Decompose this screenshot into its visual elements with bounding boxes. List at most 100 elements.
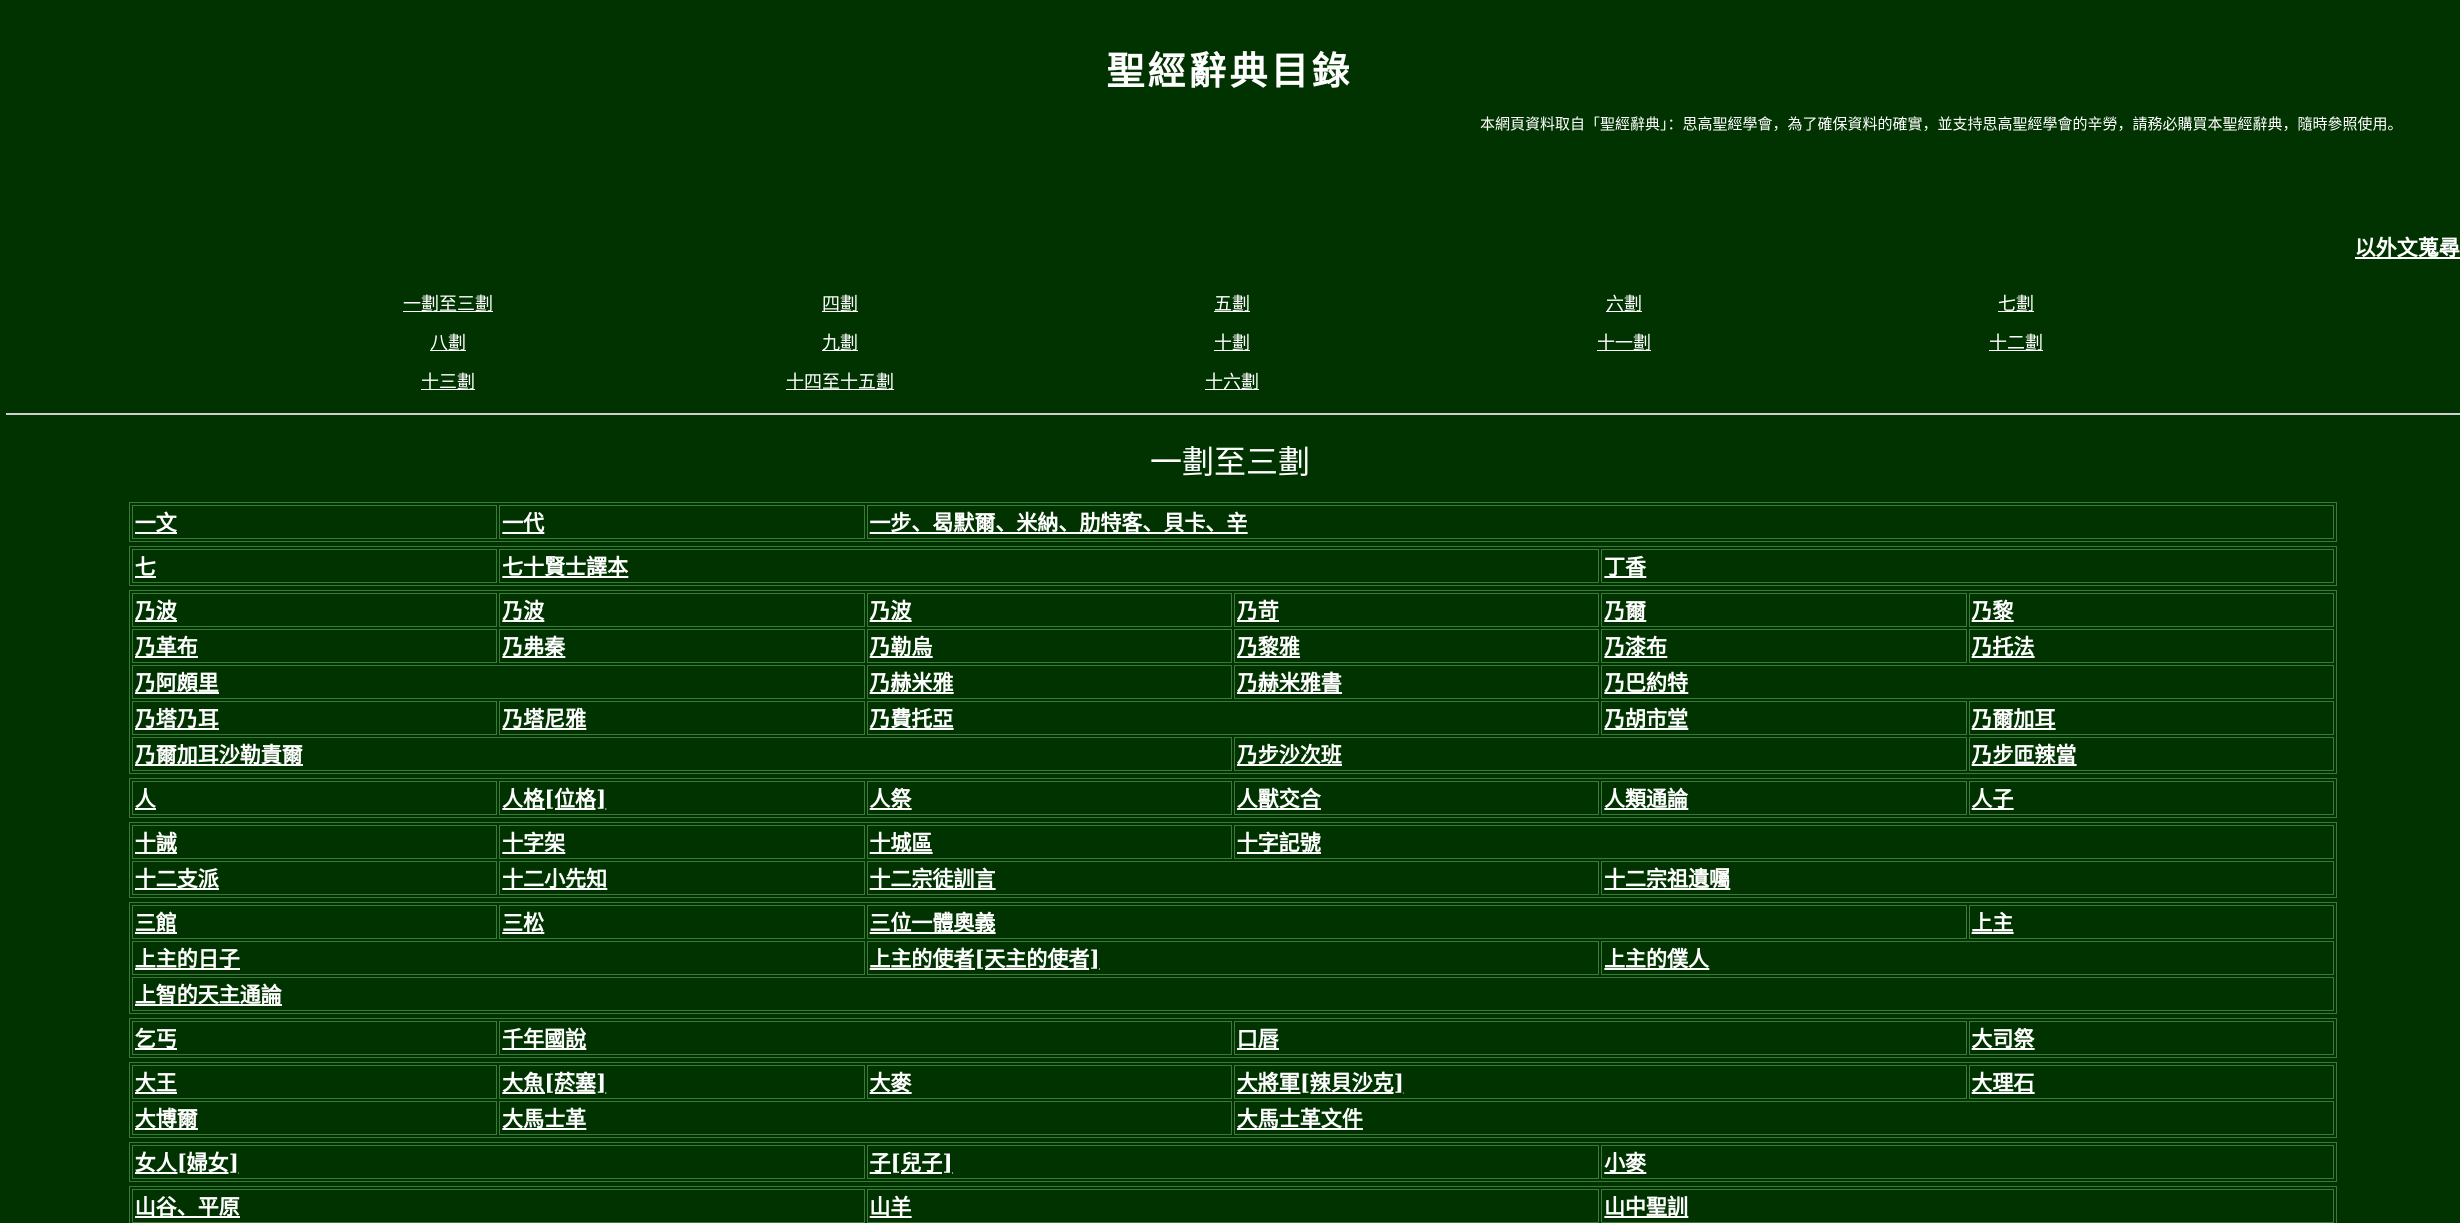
entry-link[interactable]: 乃波 (135, 598, 177, 623)
entry-link[interactable]: 大司祭 (1972, 1026, 2035, 1051)
entry-link[interactable]: 乃革布 (135, 634, 198, 659)
entry-link[interactable]: 乃步匝辣當 (1972, 742, 2077, 767)
stroke-link-10[interactable]: 十劃 (1036, 329, 1428, 355)
stroke-link-5[interactable]: 五劃 (1036, 290, 1428, 316)
entry-cell: 乃塔尼雅 (499, 701, 865, 735)
entry-cell: 山羊 (866, 1189, 1600, 1223)
entry-link[interactable]: 山谷、平原 (135, 1194, 240, 1219)
entry-link[interactable]: 乃費托亞 (870, 706, 954, 731)
entry-link[interactable]: 乃爾加耳沙勒責爾 (135, 742, 303, 767)
entry-link[interactable]: 乃塔尼雅 (502, 706, 586, 731)
entry-link[interactable]: 丁香 (1604, 554, 1646, 579)
entry-link[interactable]: 乃赫米雅書 (1237, 670, 1342, 695)
entry-link[interactable]: 乃黎雅 (1237, 634, 1300, 659)
entry-link[interactable]: 山中聖訓 (1604, 1194, 1688, 1219)
entry-cell: 乃步沙次班 (1233, 737, 1967, 771)
entry-link[interactable]: 小麥 (1604, 1150, 1646, 1175)
entry-cell: 大將軍[辣貝沙克] (1233, 1065, 1967, 1099)
entry-link[interactable]: 大馬士革文件 (1237, 1106, 1363, 1131)
entry-link[interactable]: 大麥 (870, 1070, 912, 1095)
entry-link[interactable]: 上主的日子 (135, 946, 240, 971)
entry-link[interactable]: 十二支派 (135, 866, 219, 891)
entry-link[interactable]: 口唇 (1237, 1026, 1279, 1051)
entry-link[interactable]: 乃黎 (1972, 598, 2014, 623)
entry-link[interactable]: 七 (135, 554, 156, 579)
entry-link[interactable]: 七十賢士譯本 (502, 554, 628, 579)
stroke-link-6[interactable]: 六劃 (1428, 290, 1820, 316)
stroke-link-16[interactable]: 十六劃 (1036, 368, 1428, 394)
entry-link[interactable]: 乃爾加耳 (1972, 706, 2056, 731)
entry-link[interactable]: 乞丐 (135, 1026, 177, 1051)
entry-link[interactable]: 十二宗祖遺囑 (1604, 866, 1730, 891)
entry-cell: 十二宗徒訓言 (866, 861, 1600, 895)
entry-cell: 十二宗祖遺囑 (1601, 861, 2334, 895)
entry-link[interactable]: 乃勒烏 (870, 634, 933, 659)
entry-link[interactable]: 上智的天主通論 (135, 982, 282, 1007)
entry-link[interactable]: 十字記號 (1237, 830, 1321, 855)
entry-link[interactable]: 三館 (135, 910, 177, 935)
entry-link[interactable]: 大理石 (1972, 1070, 2035, 1095)
entry-link[interactable]: 三位一體奧義 (870, 910, 996, 935)
entry-link[interactable]: 三松 (502, 910, 544, 935)
entry-link[interactable]: 大王 (135, 1070, 177, 1095)
entry-link[interactable]: 十二宗徒訓言 (870, 866, 996, 891)
stroke-link-8[interactable]: 八劃 (252, 329, 644, 355)
entry-group-table: 乞丐 千年國說 口唇 大司祭 (129, 1018, 2337, 1058)
entry-link[interactable]: 乃阿頗里 (135, 670, 219, 695)
entry-link[interactable]: 人格[位格] (502, 786, 606, 811)
entry-link[interactable]: 人祭 (870, 786, 912, 811)
entry-link[interactable]: 十城區 (870, 830, 933, 855)
entry-link[interactable]: 乃赫米雅 (870, 670, 954, 695)
entry-link[interactable]: 大將軍[辣貝沙克] (1237, 1070, 1404, 1095)
entry-cell: 上主的使者[天主的使者] (866, 941, 1600, 975)
entry-link[interactable]: 乃波 (502, 598, 544, 623)
table-row: 乃波 乃波 乃波 乃苛 乃爾 乃黎 (132, 593, 2334, 627)
entry-cell: 乃革布 (132, 629, 498, 663)
entry-link[interactable]: 人獸交合 (1237, 786, 1321, 811)
stroke-link-12[interactable]: 十二劃 (1820, 329, 2212, 355)
entry-cell: 大馬士革文件 (1233, 1101, 2334, 1135)
stroke-link-14-15[interactable]: 十四至十五劃 (644, 368, 1036, 394)
entry-link[interactable]: 上主 (1972, 910, 2014, 935)
entry-link[interactable]: 乃塔乃耳 (135, 706, 219, 731)
entry-cell: 一步、曷默爾、米納、肋特客、貝卡、辛 (866, 505, 2334, 539)
entry-link[interactable]: 大博爾 (135, 1106, 198, 1131)
entry-link[interactable]: 乃托法 (1972, 634, 2035, 659)
entry-link[interactable]: 上主的僕人 (1604, 946, 1709, 971)
entry-link[interactable]: 乃漆布 (1604, 634, 1667, 659)
entry-link[interactable]: 乃步沙次班 (1237, 742, 1342, 767)
entry-link[interactable]: 上主的使者[天主的使者] (870, 946, 1100, 971)
entry-link[interactable]: 大魚[菸塞] (502, 1070, 606, 1095)
entry-link[interactable]: 十字架 (502, 830, 565, 855)
entry-link[interactable]: 乃弗秦 (502, 634, 565, 659)
stroke-link-4[interactable]: 四劃 (644, 290, 1036, 316)
entry-link[interactable]: 乃苛 (1237, 598, 1279, 623)
entry-group-table: 大王 大魚[菸塞] 大麥 大將軍[辣貝沙克] 大理石大博爾 大馬士革 大馬士革文件 (129, 1062, 2337, 1138)
entry-link[interactable]: 子[兒子] (870, 1150, 953, 1175)
entry-link[interactable]: 一文 (135, 510, 177, 535)
entry-cell: 大博爾 (132, 1101, 498, 1135)
stroke-link-13[interactable]: 十三劃 (252, 368, 644, 394)
entry-link[interactable]: 大馬士革 (502, 1106, 586, 1131)
entry-link[interactable]: 千年國說 (502, 1026, 586, 1051)
entry-link[interactable]: 十誡 (135, 830, 177, 855)
entry-link[interactable]: 乃波 (870, 598, 912, 623)
entry-link[interactable]: 人子 (1972, 786, 2014, 811)
entry-link[interactable]: 乃胡市堂 (1604, 706, 1688, 731)
entry-link[interactable]: 山羊 (870, 1194, 912, 1219)
stroke-link-11[interactable]: 十一劃 (1428, 329, 1820, 355)
entry-link[interactable]: 乃爾 (1604, 598, 1646, 623)
entry-link[interactable]: 女人[婦女] (135, 1150, 239, 1175)
stroke-link-1-3[interactable]: 一劃至三劃 (252, 290, 644, 316)
stroke-link-9[interactable]: 九劃 (644, 329, 1036, 355)
entry-link[interactable]: 人類通論 (1604, 786, 1688, 811)
entry-link[interactable]: 一步、曷默爾、米納、肋特客、貝卡、辛 (870, 510, 1248, 535)
entry-link[interactable]: 十二小先知 (502, 866, 607, 891)
entry-link[interactable]: 人 (135, 786, 156, 811)
entry-cell: 乃漆布 (1601, 629, 1967, 663)
entry-cell: 千年國說 (499, 1021, 1232, 1055)
table-row: 七 七十賢士譯本 丁香 (132, 549, 2334, 583)
entry-link[interactable]: 乃巴約特 (1604, 670, 1688, 695)
stroke-link-7[interactable]: 七劃 (1820, 290, 2212, 316)
entry-link[interactable]: 一代 (502, 510, 544, 535)
